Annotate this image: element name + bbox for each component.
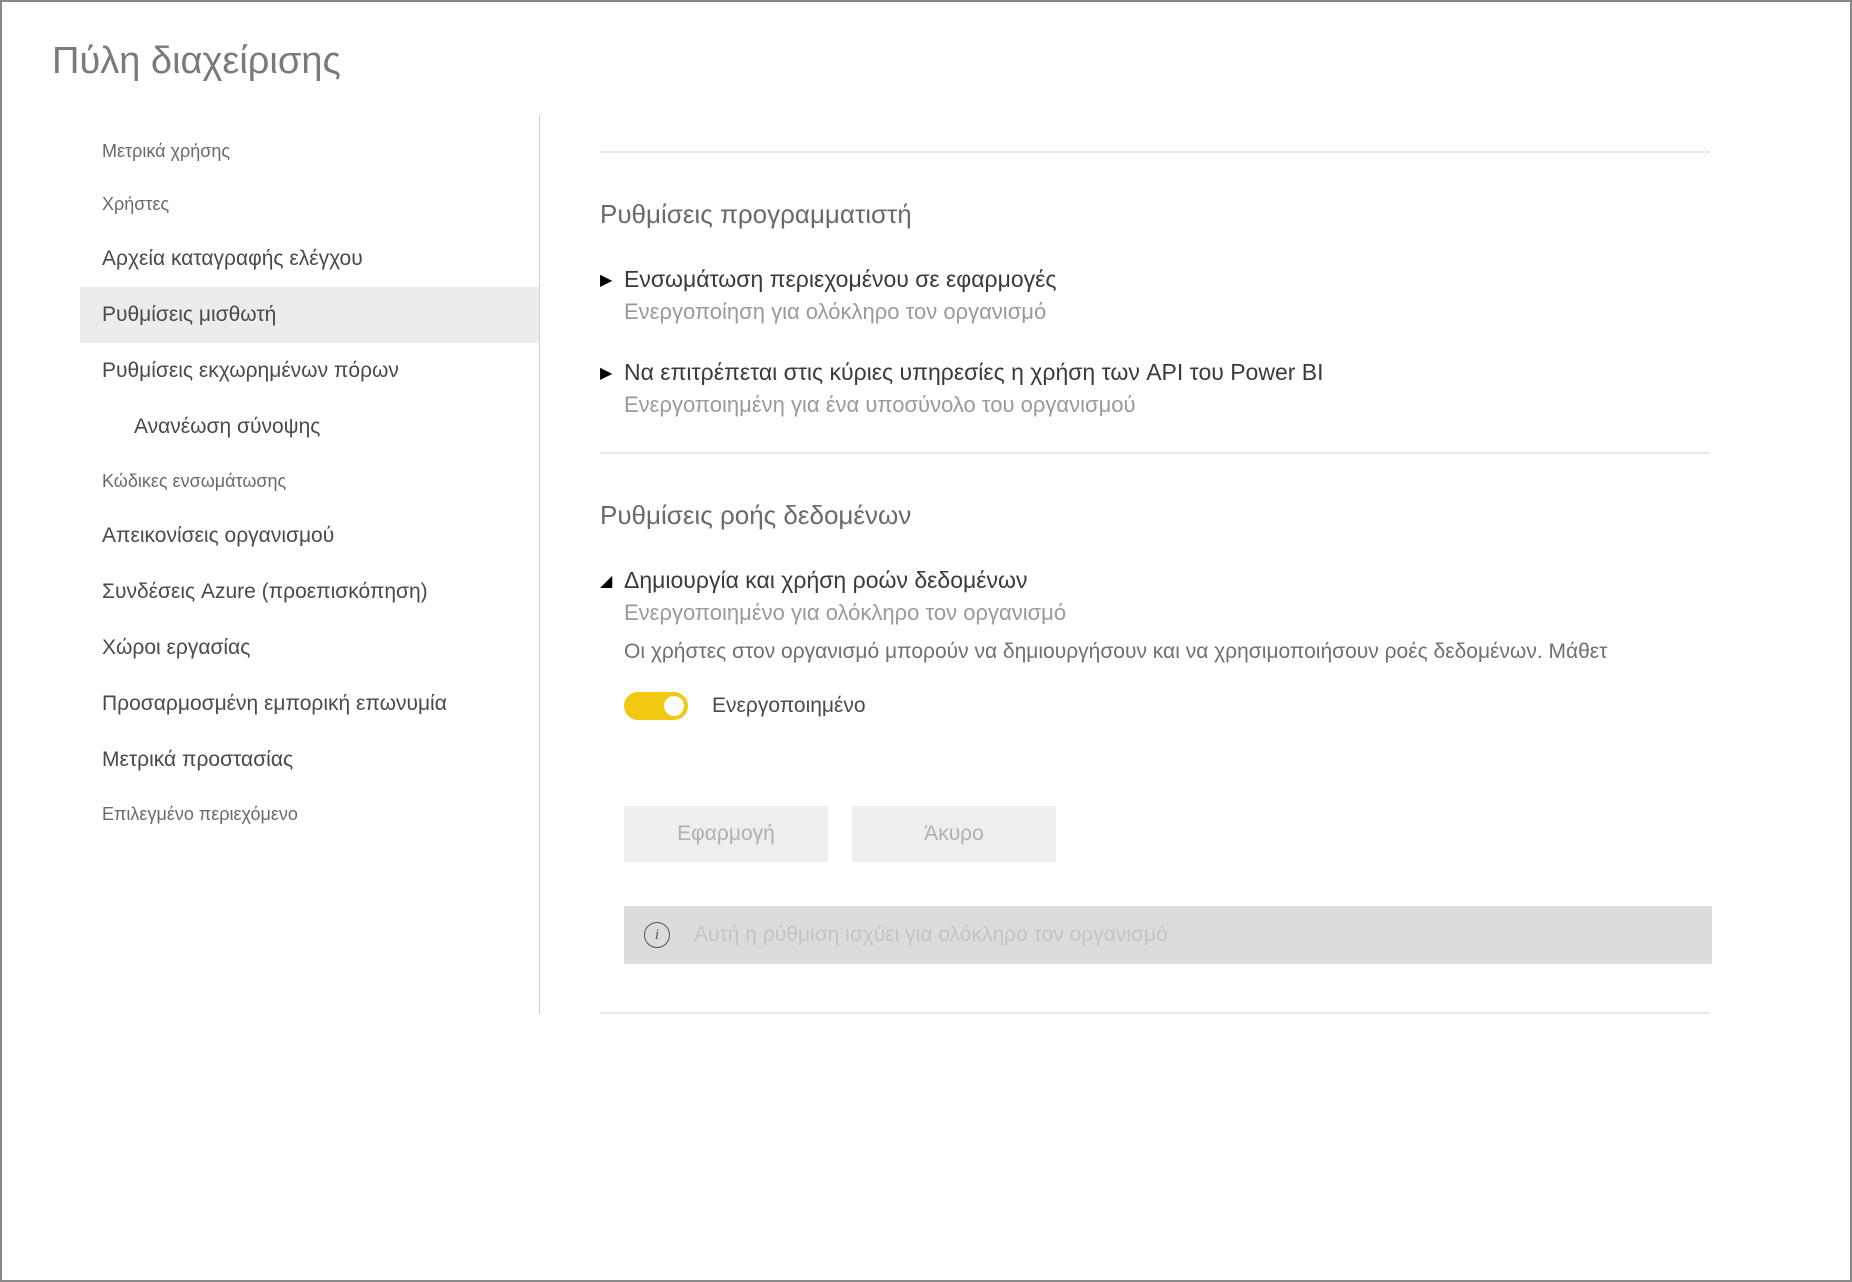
setting-subtitle: Ενεργοποίηση για ολόκληρο τον οργανισμό — [624, 299, 1850, 325]
sidebar: Μετρικά χρήσης Χρήστες Αρχεία καταγραφής… — [80, 115, 540, 1014]
setting-title: Ενσωμάτωση περιεχομένου σε εφαρμογές — [624, 266, 1850, 293]
sidebar-item-embed-codes[interactable]: Κώδικες ενσωμάτωσης — [80, 455, 539, 508]
enabled-toggle[interactable] — [624, 692, 688, 720]
page-header: Πύλη διαχείρισης — [2, 2, 1850, 115]
setting-texts: Να επιτρέπεται στις κύριες υπηρεσίες η χ… — [624, 359, 1850, 418]
setting-subtitle: Ενεργοποιημένο για ολόκληρο τον οργανισμ… — [624, 600, 1850, 626]
setting-description: Οι χρήστες στον οργανισμό μπορούν να δημ… — [624, 640, 1850, 664]
sidebar-item-protection-metrics[interactable]: Μετρικά προστασίας — [80, 732, 539, 788]
setting-title: Δημιουργία και χρήση ροών δεδομένων — [624, 567, 1850, 594]
setting-texts: Δημιουργία και χρήση ροών δεδομένων Ενερ… — [624, 567, 1850, 964]
collapse-icon[interactable]: ◢ — [600, 567, 624, 591]
info-icon: i — [644, 922, 670, 948]
setting-embed-content: ▶ Ενσωμάτωση περιεχομένου σε εφαρμογές Ε… — [600, 266, 1850, 325]
sidebar-item-featured-content[interactable]: Επιλεγμένο περιεχόμενο — [80, 788, 539, 841]
apply-button[interactable]: Εφαρμογή — [624, 806, 828, 862]
divider — [600, 452, 1710, 454]
setting-title: Να επιτρέπεται στις κύριες υπηρεσίες η χ… — [624, 359, 1850, 386]
sidebar-item-audit-logs[interactable]: Αρχεία καταγραφής ελέγχου — [80, 231, 539, 287]
divider — [600, 1012, 1710, 1014]
content-wrap: Μετρικά χρήσης Χρήστες Αρχεία καταγραφής… — [2, 115, 1850, 1014]
toggle-row: Ενεργοποιημένο — [624, 692, 1850, 720]
sidebar-item-usage-metrics[interactable]: Μετρικά χρήσης — [80, 125, 539, 178]
sidebar-item-capacity-settings[interactable]: Ρυθμίσεις εκχωρημένων πόρων — [80, 343, 539, 399]
sidebar-item-azure-connections[interactable]: Συνδέσεις Azure (προεπισκόπηση) — [80, 564, 539, 620]
cancel-button[interactable]: Άκυρο — [852, 806, 1056, 862]
button-row: Εφαρμογή Άκυρο — [624, 806, 1850, 862]
setting-subtitle: Ενεργοποιημένη για ένα υποσύνολο του οργ… — [624, 392, 1850, 418]
sidebar-item-tenant-settings[interactable]: Ρυθμίσεις μισθωτή — [80, 287, 539, 343]
sidebar-item-users[interactable]: Χρήστες — [80, 178, 539, 231]
page-title: Πύλη διαχείρισης — [52, 40, 1850, 83]
toggle-label: Ενεργοποιημένο — [712, 694, 866, 718]
sidebar-item-custom-branding[interactable]: Προσαρμοσμένη εμπορική επωνυμία — [80, 676, 539, 732]
toggle-knob — [664, 696, 684, 716]
expand-icon[interactable]: ▶ — [600, 359, 624, 383]
info-text: Αυτή η ρύθμιση ισχύει για ολόκληρο τον ο… — [694, 923, 1168, 947]
setting-dataflow-creation: ◢ Δημιουργία και χρήση ροών δεδομένων Εν… — [600, 567, 1850, 964]
sidebar-item-org-visuals[interactable]: Απεικονίσεις οργανισμού — [80, 508, 539, 564]
setting-texts: Ενσωμάτωση περιεχομένου σε εφαρμογές Ενε… — [624, 266, 1850, 325]
developer-settings-title: Ρυθμίσεις προγραμματιστή — [600, 199, 1850, 230]
dataflow-settings-title: Ρυθμίσεις ροής δεδομένων — [600, 500, 1850, 531]
divider — [600, 151, 1710, 153]
expand-icon[interactable]: ▶ — [600, 266, 624, 290]
sidebar-item-refresh-summary[interactable]: Ανανέωση σύνοψης — [80, 399, 539, 455]
setting-service-principals: ▶ Να επιτρέπεται στις κύριες υπηρεσίες η… — [600, 359, 1850, 418]
info-bar: i Αυτή η ρύθμιση ισχύει για ολόκληρο τον… — [624, 906, 1712, 964]
sidebar-item-workspaces[interactable]: Χώροι εργασίας — [80, 620, 539, 676]
main-content: Ρυθμίσεις προγραμματιστή ▶ Ενσωμάτωση πε… — [540, 115, 1850, 1014]
